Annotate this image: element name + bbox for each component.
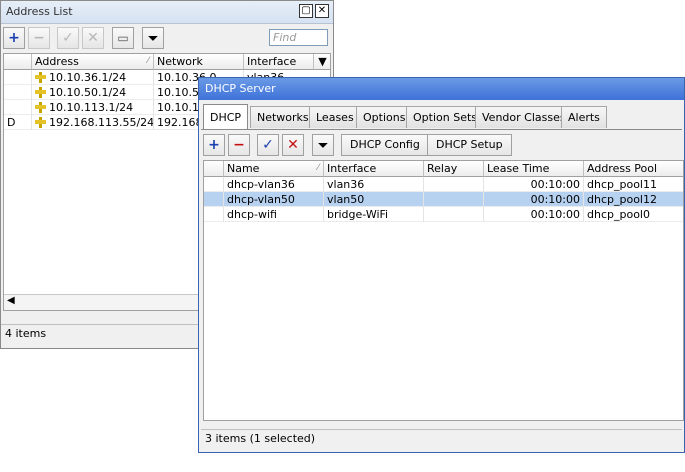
comment-icon: ▭ xyxy=(117,31,129,45)
flag-cell xyxy=(4,100,32,115)
filter-icon: ⏷ xyxy=(148,31,158,45)
minus-icon: − xyxy=(33,30,45,46)
address-icon xyxy=(35,71,46,83)
filter-dhcp-button[interactable]: ⏷ xyxy=(312,134,334,156)
address-text: 192.168.113.55/24 xyxy=(49,116,154,129)
dhcp-status-bar: 3 items (1 selected) xyxy=(201,429,682,448)
column-header-address[interactable]: Address ⁄ xyxy=(32,54,154,70)
close-icon[interactable]: ✕ xyxy=(315,4,329,18)
tab-alerts[interactable]: Alerts xyxy=(561,106,607,128)
name-cell: dhcp-vlan50 xyxy=(224,192,324,207)
check-icon: ✓ xyxy=(262,137,274,153)
column-header-network[interactable]: Network xyxy=(154,54,244,70)
relay-cell xyxy=(424,192,484,207)
address-icon xyxy=(35,101,46,113)
plus-icon: + xyxy=(8,30,20,46)
enable-address-button[interactable]: ✓ xyxy=(57,27,79,49)
remove-dhcp-server-button[interactable]: − xyxy=(228,134,250,156)
address-cell: 192.168.113.55/24 xyxy=(32,115,154,130)
flag-column-header[interactable] xyxy=(204,161,224,177)
address-pool-cell: dhcp_pool11 xyxy=(584,177,683,192)
address-text: 10.10.36.1/24 xyxy=(49,71,127,84)
filter-address-button[interactable]: ⏷ xyxy=(142,27,164,49)
address-cell: 10.10.36.1/24 xyxy=(32,70,154,85)
column-header-name[interactable]: Name ⁄ xyxy=(224,161,324,177)
column-menu-button[interactable]: ▼ xyxy=(314,54,330,70)
minus-icon: − xyxy=(233,137,245,153)
tab-leases[interactable]: Leases xyxy=(309,106,361,128)
flag-cell xyxy=(204,177,224,192)
tab-vendor-classes[interactable]: Vendor Classes xyxy=(475,106,573,128)
add-dhcp-server-button[interactable]: + xyxy=(203,134,225,156)
table-row-selected[interactable]: dhcp-vlan50 vlan50 00:10:00 dhcp_pool12 xyxy=(204,192,683,207)
flag-column-header[interactable] xyxy=(4,54,32,70)
x-icon: ✕ xyxy=(87,30,99,46)
dhcp-server-titlebar[interactable]: DHCP Server xyxy=(199,78,684,100)
dropdown-arrow-icon: ▼ xyxy=(318,55,327,68)
column-header-relay[interactable]: Relay xyxy=(424,161,484,177)
add-address-button[interactable]: + xyxy=(3,27,25,49)
column-header-interface[interactable]: Interface xyxy=(324,161,424,177)
sort-icon: ⁄ xyxy=(317,163,319,173)
column-header-interface[interactable]: Interface xyxy=(244,54,314,70)
address-text: 10.10.50.1/24 xyxy=(49,86,127,99)
lease-time-cell: 00:10:00 xyxy=(484,177,584,192)
filter-icon: ⏷ xyxy=(318,138,328,152)
column-header-address-pool[interactable]: Address Pool xyxy=(584,161,683,177)
flag-cell: D xyxy=(4,115,32,130)
interface-cell: vlan50 xyxy=(324,192,424,207)
table-row[interactable]: dhcp-wifi bridge-WiFi 00:10:00 dhcp_pool… xyxy=(204,207,683,222)
flag-cell xyxy=(204,207,224,222)
lease-time-cell: 00:10:00 xyxy=(484,207,584,222)
address-pool-cell: dhcp_pool0 xyxy=(584,207,683,222)
disable-address-button[interactable]: ✕ xyxy=(82,27,104,49)
table-row[interactable]: dhcp-vlan36 vlan36 00:10:00 dhcp_pool11 xyxy=(204,177,683,192)
tab-options[interactable]: Options xyxy=(356,106,413,128)
address-pool-cell: dhcp_pool12 xyxy=(584,192,683,207)
address-cell: 10.10.50.1/24 xyxy=(32,85,154,100)
flag-cell xyxy=(4,70,32,85)
column-header-label: Name xyxy=(227,162,260,175)
x-icon: ✕ xyxy=(287,137,299,153)
column-header-lease-time[interactable]: Lease Time xyxy=(484,161,584,177)
dhcp-tab-panel: + − ✓ ✕ ⏷ DHCP Config DHCP Setup Name ⁄ I… xyxy=(201,129,684,450)
plus-icon: + xyxy=(208,137,220,153)
address-list-titlebar[interactable]: Address List ▢ ✕ xyxy=(1,1,333,24)
dhcp-server-table: Name ⁄ Interface Relay Lease Time Address… xyxy=(203,160,684,421)
enable-dhcp-server-button[interactable]: ✓ xyxy=(257,134,279,156)
relay-cell xyxy=(424,177,484,192)
maximize-icon[interactable]: ▢ xyxy=(299,4,313,18)
dhcp-setup-button[interactable]: DHCP Setup xyxy=(427,134,512,156)
check-icon: ✓ xyxy=(62,30,74,46)
interface-cell: vlan36 xyxy=(324,177,424,192)
relay-cell xyxy=(424,207,484,222)
interface-cell: bridge-WiFi xyxy=(324,207,424,222)
dhcp-server-title: DHCP Server xyxy=(205,82,276,95)
address-list-title: Address List xyxy=(6,5,73,18)
comment-button[interactable]: ▭ xyxy=(112,27,134,49)
address-cell: 10.10.113.1/24 xyxy=(32,100,154,115)
address-text: 10.10.113.1/24 xyxy=(49,101,134,114)
name-cell: dhcp-vlan36 xyxy=(224,177,324,192)
find-input[interactable]: Find xyxy=(269,29,328,46)
flag-cell xyxy=(4,85,32,100)
tab-networks[interactable]: Networks xyxy=(250,106,316,128)
address-icon xyxy=(35,116,46,128)
dhcp-config-button[interactable]: DHCP Config xyxy=(341,134,429,156)
lease-time-cell: 00:10:00 xyxy=(484,192,584,207)
flag-cell xyxy=(204,192,224,207)
scroll-left-icon[interactable]: ◀ xyxy=(7,295,15,306)
dhcp-server-window: DHCP Server DHCP Networks Leases Options… xyxy=(198,77,685,453)
disable-dhcp-server-button[interactable]: ✕ xyxy=(282,134,304,156)
address-icon xyxy=(35,86,46,98)
sort-icon: ⁄ xyxy=(147,56,149,66)
name-cell: dhcp-wifi xyxy=(224,207,324,222)
tab-option-sets[interactable]: Option Sets xyxy=(406,106,485,128)
column-header-label: Address xyxy=(35,55,79,68)
tab-dhcp[interactable]: DHCP xyxy=(203,104,249,129)
remove-address-button[interactable]: − xyxy=(28,27,50,49)
